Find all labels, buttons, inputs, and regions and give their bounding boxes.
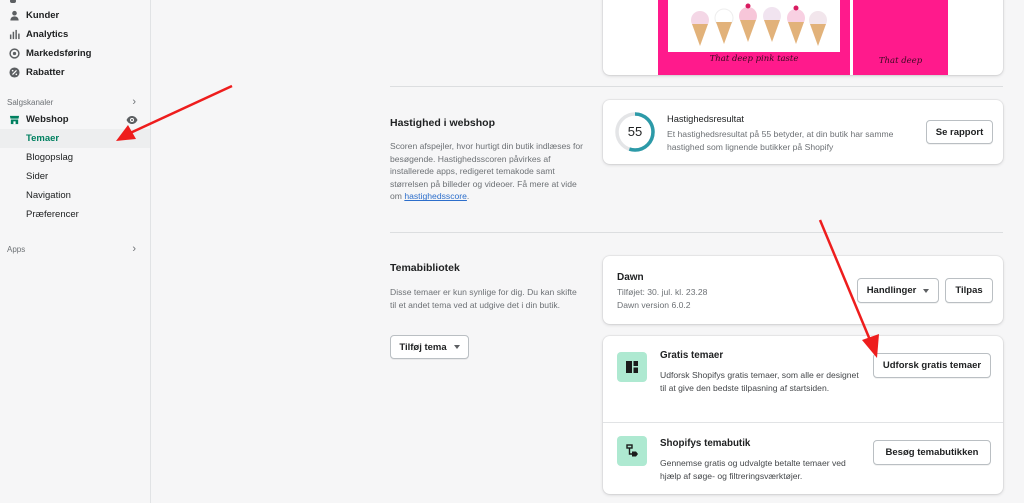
add-theme-label: Tilføj tema	[399, 341, 447, 353]
ice-cream-image	[668, 0, 840, 52]
section-divider	[390, 86, 1003, 87]
preview-caption-right: That deep	[878, 56, 923, 66]
free-themes-title: Gratis temaer	[660, 350, 724, 361]
visit-theme-store-button[interactable]: Besøg temabutikken	[873, 440, 991, 465]
free-themes-text: Udforsk Shopifys gratis temaer, som alle…	[660, 370, 859, 393]
explore-themes-card: Gratis temaer Udforsk Shopifys gratis te…	[603, 336, 1003, 494]
speed-card-title: Hastighedsresultat	[667, 114, 744, 124]
speed-score-gauge: 55	[614, 111, 656, 153]
speed-section-description: Scoren afspejler, hvor hurtigt din butik…	[390, 140, 590, 203]
speed-score-value: 55	[627, 124, 643, 139]
theme-added-date: Tilføjet: 30. jul. kl. 23.28	[617, 287, 708, 297]
theme-layout-icon	[617, 352, 647, 382]
theme-preview-card[interactable]: That deep pink taste That deep	[603, 0, 1003, 75]
speed-score-link[interactable]: hastighedsscore	[404, 191, 467, 201]
actions-button[interactable]: Handlinger	[857, 278, 939, 303]
card-divider	[603, 422, 1003, 423]
theme-dawn-card: Dawn Tilføjet: 30. jul. kl. 23.28 Dawn v…	[603, 256, 1003, 324]
add-theme-button[interactable]: Tilføj tema	[390, 335, 469, 359]
main-content: That deep pink taste That deep Hastighed…	[0, 0, 1024, 503]
explore-free-themes-button[interactable]: Udforsk gratis temaer	[873, 353, 991, 378]
see-report-button[interactable]: Se rapport	[926, 120, 993, 144]
preview-caption-left: That deep pink taste	[709, 54, 799, 64]
speed-card-text: Et hastighedsresultat på 55 betyder, at …	[667, 129, 894, 152]
theme-store-title: Shopifys temabutik	[660, 438, 751, 449]
theme-store-text: Gennemse gratis og udvalgte betalte tema…	[660, 458, 846, 481]
speed-result-card: 55 Hastighedsresultat Et hastighedsresul…	[603, 100, 1003, 164]
library-section-title: Temabibliotek	[390, 262, 460, 274]
speed-description-suffix: .	[466, 191, 470, 202]
caret-down-icon	[453, 345, 460, 349]
theme-preview-image: That deep pink taste	[658, 0, 850, 75]
theme-store-icon	[617, 436, 647, 466]
theme-preview-image-right: That deep	[853, 0, 948, 75]
actions-label: Handlinger	[866, 285, 917, 296]
customize-button[interactable]: Tilpas	[945, 278, 993, 303]
caret-down-icon	[923, 288, 930, 293]
theme-version: Dawn version 6.0.2	[617, 300, 691, 310]
theme-name: Dawn	[617, 272, 644, 283]
speed-section-title: Hastighed i webshop	[390, 117, 496, 129]
library-section-description: Disse temaer er kun synlige for dig. Du …	[390, 287, 577, 310]
section-divider	[390, 232, 1003, 233]
